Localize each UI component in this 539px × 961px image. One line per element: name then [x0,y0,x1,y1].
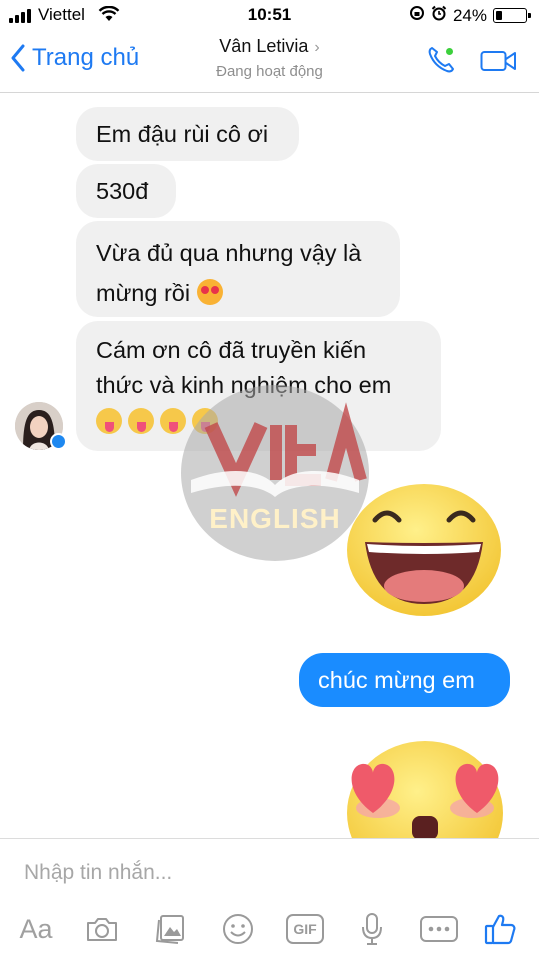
microphone-icon [362,913,382,945]
message-bubble-incoming[interactable]: Vừa đủ qua nhưng vậy là mừng rồi [76,221,400,317]
message-bubble-outgoing[interactable]: chúc mừng em [299,653,510,707]
gallery-icon [155,915,184,944]
message-line: Vừa đủ qua nhưng vậy là [96,240,362,266]
heart-eyes-emoji [196,279,223,305]
conversation-header: Trang chủ Vân Letivia › Đang hoạt động [0,30,539,93]
gif-label: GIF [293,921,317,937]
camera-button[interactable] [84,909,120,949]
message-text: chúc mừng em [318,667,475,693]
message-line: Cám ơn cô đã truyền kiến [96,337,367,363]
chevron-right-icon: › [314,39,320,56]
alarm-icon [431,5,447,26]
status-bar: Viettel 10:51 24% [0,0,539,30]
microphone-button[interactable] [357,909,387,949]
battery-percent: 24% [452,5,487,25]
camera-icon [87,918,117,941]
thumbs-up-icon [484,914,516,945]
active-status: Đang hoạt động [216,63,323,80]
emoji-icon [223,914,253,944]
text-format-button[interactable]: Aa [16,909,56,949]
video-call-button[interactable] [480,49,518,78]
tongue-emoji [128,408,154,434]
message-text: Em đậu rùi cô ơi [96,121,269,147]
video-camera-icon [480,51,516,71]
like-button[interactable] [482,909,518,949]
gif-button[interactable]: GIF [285,909,325,949]
battery-icon [493,8,531,23]
rotation-lock-icon [409,5,425,26]
composer-toolbar: Aa GIF [0,909,539,953]
aa-label: Aa [19,913,53,944]
laughing-face-sticker[interactable] [345,482,503,623]
emoji-button[interactable] [220,909,256,949]
more-options-button[interactable] [420,909,458,949]
tongue-emoji [96,408,122,434]
watermark-logo: ENGLISH [181,385,369,561]
message-text: 530đ [96,178,149,204]
message-bubble-incoming[interactable]: 530đ [76,164,176,218]
message-bubble-incoming[interactable]: Em đậu rùi cô ơi [76,107,299,161]
message-line: mừng rồi [96,280,191,306]
heart-eyes-sticker[interactable] [340,738,510,838]
gallery-button[interactable] [152,909,188,949]
more-icon [420,916,458,942]
messenger-badge-icon [50,433,67,450]
message-composer: Nhập tin nhắn... Aa GIF [0,838,539,961]
contact-name: Vân Letivia [219,36,309,56]
contact-title[interactable]: Vân Letivia › Đang hoạt động [0,36,539,80]
watermark-text: ENGLISH [209,503,341,534]
online-indicator [446,48,453,55]
message-input[interactable]: Nhập tin nhắn... [24,861,172,885]
